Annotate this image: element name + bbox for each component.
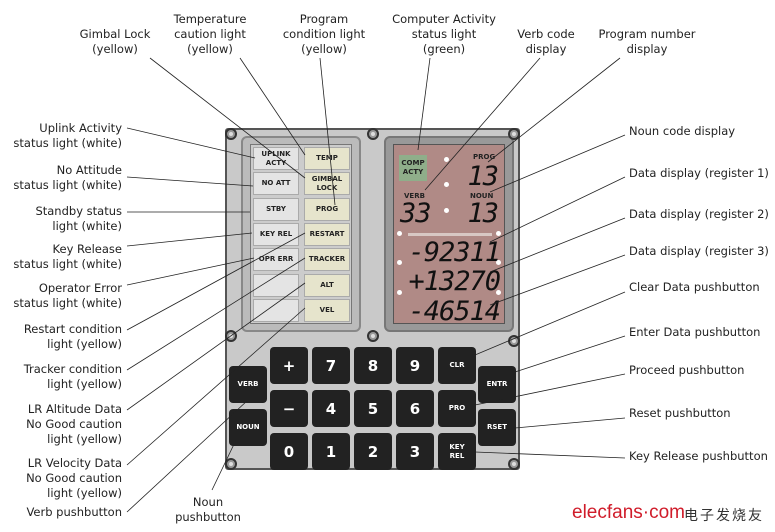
leader-line <box>474 373 626 406</box>
leader-line <box>489 217 626 273</box>
leader-line <box>126 257 306 371</box>
leader-line <box>424 57 541 191</box>
leader-line <box>211 439 237 491</box>
leader-line <box>126 127 256 159</box>
leader-line <box>126 232 306 331</box>
leader-line <box>417 57 431 151</box>
leader-line <box>514 335 626 373</box>
leader-line <box>239 57 306 156</box>
leader-line <box>126 307 306 466</box>
leader-line <box>489 254 626 306</box>
leader-line <box>126 176 254 187</box>
leader-line <box>489 134 626 193</box>
leader-line <box>126 399 249 513</box>
leader-line <box>514 417 626 429</box>
leader-line <box>319 57 336 206</box>
leader-line <box>487 57 621 163</box>
leader-line <box>149 57 306 179</box>
leader-line <box>489 176 626 243</box>
leader-line <box>474 291 626 356</box>
leader-lines <box>126 57 626 513</box>
leader-line <box>474 451 626 459</box>
leader-line <box>126 282 306 411</box>
leader-line <box>126 232 253 247</box>
